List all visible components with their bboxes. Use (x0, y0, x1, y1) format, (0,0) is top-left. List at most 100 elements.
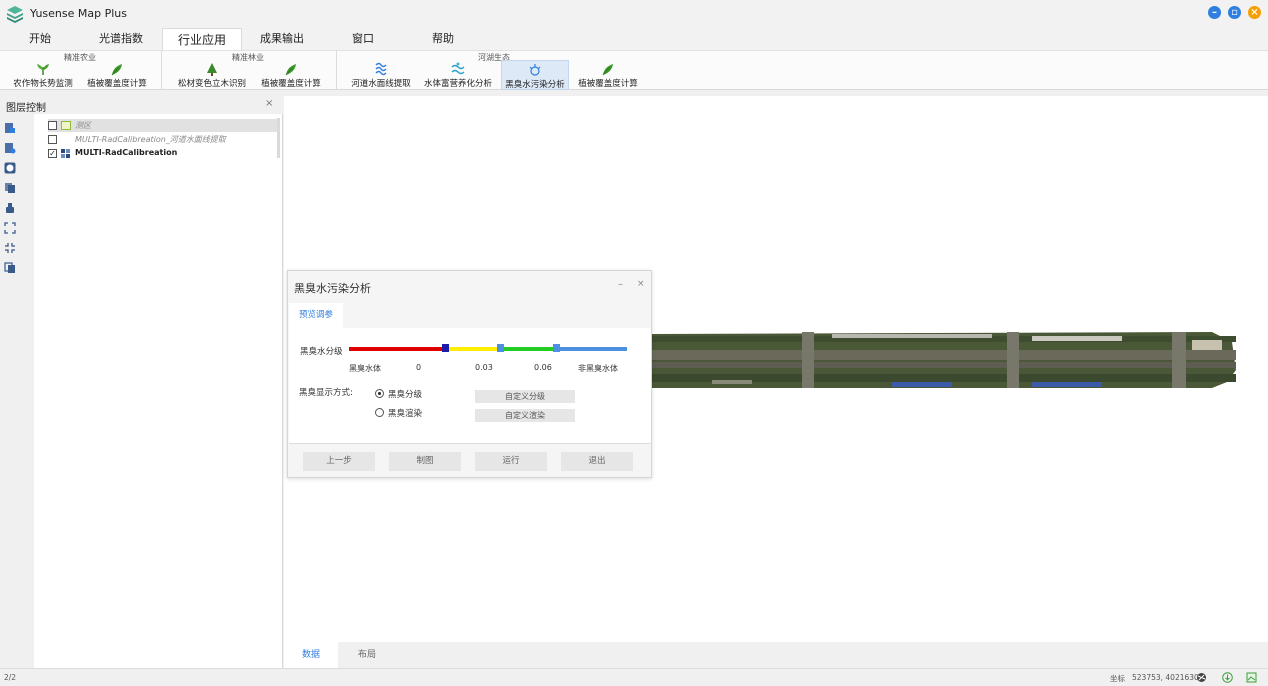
layer-scrollbar[interactable] (277, 118, 280, 158)
custom-render-button[interactable]: 自定义渲染 (475, 409, 575, 422)
maximize-icon[interactable]: ▫ (1228, 6, 1241, 19)
view-tabs: 数据 布局 (284, 642, 1268, 668)
globe-icon[interactable] (4, 162, 16, 174)
copy-layer-icon[interactable] (4, 182, 16, 194)
exit-button[interactable]: 退出 (561, 452, 633, 471)
tick-label: 非黑臭水体 (578, 364, 618, 373)
classification-label: 黑臭水分级 (300, 347, 343, 357)
threshold-handle-1[interactable] (497, 344, 504, 352)
polygon-swatch-icon (61, 121, 71, 130)
download-icon[interactable] (1222, 672, 1233, 683)
menu-bar: 开始 光谱指数 行业应用 成果输出 窗口 帮助 (0, 28, 1268, 50)
dialog-body: 黑臭水分级 黑臭水体 0 0.03 0.06 非黑臭水体 黑臭显示方式: 黑臭分… (289, 328, 651, 444)
tab-layout[interactable]: 布局 (340, 642, 394, 668)
ribbon-separator (161, 51, 162, 89)
tick-label: 0 (416, 363, 422, 372)
coordinate-value: 523753, 4021630 (1132, 673, 1199, 682)
app-title: Yusense Map Plus (30, 7, 127, 20)
tab-spectral-index[interactable]: 光谱指数 (90, 28, 152, 50)
layer-toolbar (0, 114, 34, 668)
leaf-icon (285, 64, 296, 76)
black-odor-water-label: 黑臭水污染分析 (505, 80, 565, 90)
tab-help[interactable]: 帮助 (422, 28, 464, 50)
vegetation-coverage-button[interactable]: 植被覆盖度计算 (82, 60, 152, 90)
pollution-icon (529, 64, 541, 76)
tab-output[interactable]: 成果输出 (252, 28, 312, 50)
radio-classify[interactable] (375, 389, 384, 398)
previous-step-button[interactable]: 上一步 (303, 452, 375, 471)
eutrophication-button[interactable]: 水体富营养化分析 (420, 60, 496, 90)
layer-item-survey-area[interactable]: 测区 (48, 119, 278, 132)
close-icon[interactable]: × (1248, 6, 1261, 19)
layer-panel-header: 图层控制 × (0, 96, 283, 114)
threshold-handle-2[interactable] (553, 344, 560, 352)
zoom-extent-icon[interactable] (4, 242, 16, 254)
tab-window[interactable]: 窗口 (342, 28, 384, 50)
layer-item-waterline[interactable]: MULTI-RadCalibreation_河道水面线提取 (48, 133, 278, 146)
radio-classify-label: 黑臭分级 (388, 390, 423, 400)
forest-vegetation-coverage-label: 植被覆盖度计算 (261, 79, 321, 89)
tab-industry-application[interactable]: 行业应用 (162, 28, 242, 50)
custom-classify-button[interactable]: 自定义分级 (475, 390, 575, 403)
radio-render-label: 黑臭渲染 (388, 409, 423, 419)
tick-label: 0.03 (475, 363, 493, 372)
layer-checkbox[interactable] (48, 121, 57, 130)
layer-control-panel: 图层控制 × 测区 MULTI-RadCalibreation_河道水面线提取 … (0, 96, 283, 668)
ribbon-toolbar: 精准农业 农作物长势监测 植被覆盖度计算 精准林业 松材变色立木识别 植被覆盖度… (0, 50, 1268, 90)
leaf-icon (111, 64, 122, 76)
duplicate-icon[interactable] (4, 262, 16, 274)
tab-start[interactable]: 开始 (18, 28, 62, 50)
tab-data[interactable]: 数据 (284, 642, 338, 668)
water-line-icon (375, 62, 387, 76)
layer-name: 测区 (75, 121, 91, 130)
add-vector-icon[interactable] (4, 142, 16, 154)
black-odor-analysis-dialog: 黑臭水污染分析 – × 预览调参 黑臭水分级 黑臭水体 0 0.03 0.06 … (287, 270, 652, 478)
coordinate-label: 坐标 (1110, 674, 1125, 683)
tab-preview-params[interactable]: 预览调参 (289, 303, 343, 328)
raster-swatch-icon (61, 149, 70, 158)
layer-item-radcalibration[interactable]: ✓ MULTI-RadCalibreation (48, 147, 278, 160)
status-bar: 2/2 坐标 523753, 4021630 (0, 668, 1268, 686)
aerial-imagery (652, 332, 1236, 388)
layers-logo-icon (7, 6, 23, 23)
globe-status-icon[interactable] (1196, 672, 1207, 683)
layer-checkbox[interactable] (48, 135, 57, 144)
vegetation-coverage-label: 植被覆盖度计算 (87, 79, 147, 89)
eutrophication-label: 水体富营养化分析 (423, 79, 492, 89)
water-nutrient-icon (451, 62, 465, 75)
river-vegetation-coverage-button[interactable]: 植被覆盖度计算 (574, 60, 642, 90)
map-status-icon[interactable] (1246, 672, 1257, 683)
ribbon-separator (336, 51, 337, 89)
close-icon[interactable]: × (265, 98, 273, 109)
crop-growth-monitor-button[interactable]: 农作物长势监测 (8, 60, 78, 90)
pan-hand-icon[interactable] (4, 202, 16, 214)
threshold-handle-0[interactable] (442, 344, 449, 352)
layer-checkbox[interactable]: ✓ (48, 149, 57, 158)
title-bar: Yusense Map Plus – ▫ × (0, 0, 1268, 28)
page-indicator: 2/2 (4, 673, 17, 682)
river-waterline-label: 河道水面线提取 (351, 79, 411, 89)
black-odor-water-button[interactable]: 黑臭水污染分析 (501, 60, 569, 90)
tree-icon (207, 63, 217, 76)
layer-name: MULTI-RadCalibreation_河道水面线提取 (75, 135, 226, 144)
run-button[interactable]: 运行 (475, 452, 547, 471)
radio-render[interactable] (375, 408, 384, 417)
tick-label: 0.06 (534, 363, 552, 372)
classification-gradient-bar (349, 347, 627, 351)
add-layer-icon[interactable] (4, 122, 16, 134)
make-map-button[interactable]: 制图 (389, 452, 461, 471)
river-waterline-button[interactable]: 河道水面线提取 (346, 60, 416, 90)
pine-discoloration-label: 松材变色立木识别 (177, 79, 246, 89)
pine-discoloration-button[interactable]: 松材变色立木识别 (172, 60, 252, 90)
full-extent-icon[interactable] (4, 222, 16, 234)
tick-label: 黑臭水体 (349, 364, 381, 373)
close-icon[interactable]: × (637, 279, 645, 289)
dialog-title: 黑臭水污染分析 (294, 282, 371, 295)
minimize-icon[interactable]: – (1208, 6, 1221, 19)
minimize-icon[interactable]: – (618, 279, 623, 290)
crop-growth-monitor-label: 农作物长势监测 (13, 79, 73, 89)
leaf-icon (602, 64, 613, 76)
layer-name: MULTI-RadCalibreation (75, 148, 178, 157)
forest-vegetation-coverage-button[interactable]: 植被覆盖度计算 (256, 60, 326, 90)
river-vegetation-coverage-label: 植被覆盖度计算 (578, 79, 638, 89)
